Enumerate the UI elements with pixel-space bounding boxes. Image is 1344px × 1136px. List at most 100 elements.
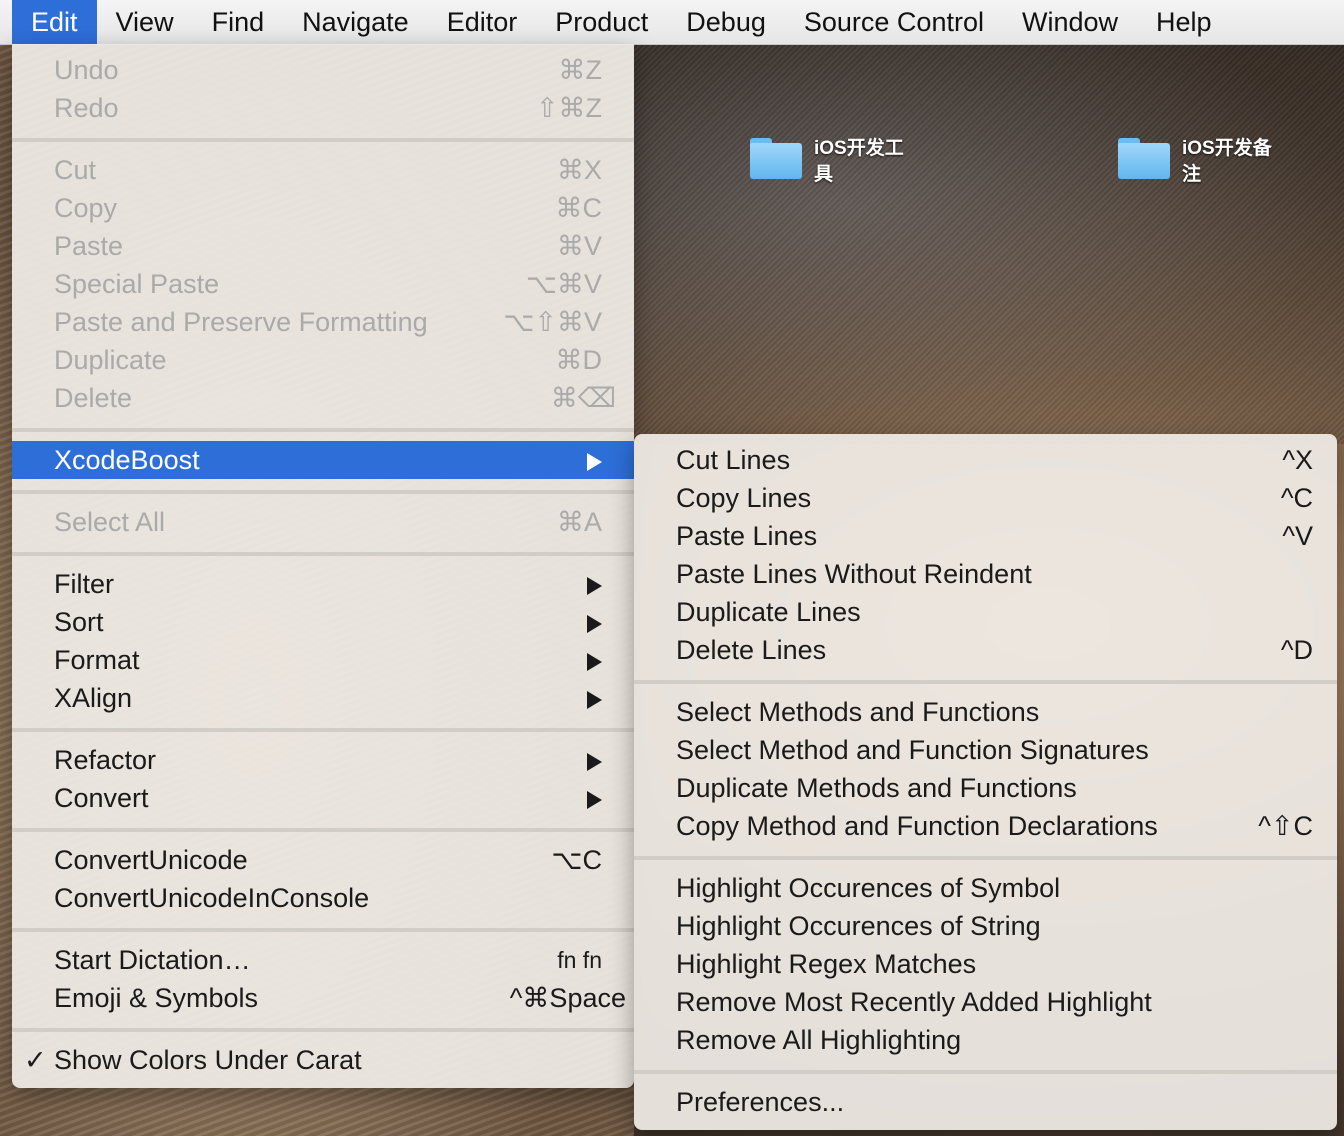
shortcut: ⌘⌫ bbox=[550, 383, 616, 413]
menu-item-label: Convert bbox=[54, 783, 149, 813]
menu-item-label: Emoji & Symbols bbox=[54, 983, 259, 1013]
menu-item-format[interactable]: Format bbox=[12, 641, 634, 679]
submenu-item-delete-lines[interactable]: Delete Lines ^D bbox=[634, 631, 1337, 669]
submenu-arrow-icon bbox=[587, 653, 602, 671]
menu-item-refactor[interactable]: Refactor bbox=[12, 741, 634, 779]
menubar-product[interactable]: Product bbox=[536, 0, 667, 44]
menu-item-label: Paste Lines Without Reindent bbox=[676, 559, 1032, 589]
submenu-item-cut-lines[interactable]: Cut Lines ^X bbox=[634, 441, 1337, 479]
menu-item-cut[interactable]: Cut ⌘X bbox=[12, 151, 634, 189]
menubar-debug[interactable]: Debug bbox=[667, 0, 785, 44]
desktop-folder-ios-notes[interactable]: iOS开发备注 bbox=[1118, 136, 1282, 188]
menu-item-label: Highlight Regex Matches bbox=[676, 949, 977, 979]
menu-item-label: Select Methods and Functions bbox=[676, 697, 1040, 727]
shortcut: ^D bbox=[1280, 635, 1313, 665]
folder-label: iOS开发备注 bbox=[1182, 138, 1272, 185]
menu-item-filter[interactable]: Filter bbox=[12, 565, 634, 603]
submenu-item-copy-declarations[interactable]: Copy Method and Function Declarations ^⇧… bbox=[634, 807, 1337, 845]
shortcut: fn fn bbox=[557, 947, 602, 973]
menu-item-start-dictation[interactable]: Start Dictation… fn fn bbox=[12, 941, 634, 979]
menu-item-label: Remove Most Recently Added Highlight bbox=[676, 987, 1152, 1017]
submenu-item-remove-recent-highlight[interactable]: Remove Most Recently Added Highlight bbox=[634, 983, 1337, 1021]
folder-icon bbox=[1118, 138, 1170, 179]
menu-item-label: ConvertUnicodeInConsole bbox=[54, 883, 370, 913]
menu-item-label: Show Colors Under Carat bbox=[54, 1045, 362, 1075]
menu-item-label: Duplicate bbox=[54, 345, 167, 375]
menu-separator bbox=[12, 828, 634, 832]
submenu-item-highlight-symbol[interactable]: Highlight Occurences of Symbol bbox=[634, 869, 1337, 907]
submenu-item-select-methods[interactable]: Select Methods and Functions bbox=[634, 693, 1337, 731]
menu-item-label: Select Method and Function Signatures bbox=[676, 735, 1149, 765]
submenu-item-duplicate-methods[interactable]: Duplicate Methods and Functions bbox=[634, 769, 1337, 807]
menu-item-label: Remove All Highlighting bbox=[676, 1025, 962, 1055]
menu-item-convert[interactable]: Convert bbox=[12, 779, 634, 817]
menu-item-label: Paste Lines bbox=[676, 521, 818, 551]
menu-item-label: Duplicate Methods and Functions bbox=[676, 773, 1077, 803]
menubar-window[interactable]: Window bbox=[1003, 0, 1137, 44]
menu-item-paste[interactable]: Paste ⌘V bbox=[12, 227, 634, 265]
submenu-item-duplicate-lines[interactable]: Duplicate Lines bbox=[634, 593, 1337, 631]
menu-item-label: Highlight Occurences of String bbox=[676, 911, 1041, 941]
menu-item-show-colors-under-carat[interactable]: ✓ Show Colors Under Carat bbox=[12, 1041, 634, 1079]
menu-item-special-paste[interactable]: Special Paste ⌥⌘V bbox=[12, 265, 634, 303]
menu-item-label: Select All bbox=[54, 507, 166, 537]
menubar-editor[interactable]: Editor bbox=[428, 0, 537, 44]
menu-item-label: Start Dictation… bbox=[54, 945, 251, 975]
menu-separator bbox=[12, 728, 634, 732]
folder-label: iOS开发工具 bbox=[814, 138, 904, 185]
submenu-arrow-icon bbox=[587, 453, 602, 471]
menubar-source-control[interactable]: Source Control bbox=[785, 0, 1003, 44]
menu-separator bbox=[12, 490, 634, 494]
submenu-item-select-signatures[interactable]: Select Method and Function Signatures bbox=[634, 731, 1337, 769]
menu-item-redo[interactable]: Redo ⇧⌘Z bbox=[12, 89, 634, 127]
menu-separator bbox=[12, 1028, 634, 1032]
menu-item-paste-preserve-formatting[interactable]: Paste and Preserve Formatting ⌥⇧⌘V bbox=[12, 303, 634, 341]
menu-item-convert-unicode-in-console[interactable]: ConvertUnicodeInConsole bbox=[12, 879, 634, 917]
submenu-item-paste-lines[interactable]: Paste Lines ^V bbox=[634, 517, 1337, 555]
folder-icon bbox=[750, 138, 802, 179]
menu-item-select-all[interactable]: Select All ⌘A bbox=[12, 503, 634, 541]
menubar-help[interactable]: Help bbox=[1137, 0, 1231, 44]
menu-item-xalign[interactable]: XAlign bbox=[12, 679, 634, 717]
menu-item-xcodeboost[interactable]: XcodeBoost bbox=[12, 441, 634, 479]
shortcut: ⌘X bbox=[556, 155, 602, 185]
menu-item-label: XcodeBoost bbox=[54, 445, 200, 475]
menu-item-emoji-symbols[interactable]: Emoji & Symbols ^⌘Space bbox=[12, 979, 634, 1017]
menu-item-label: ConvertUnicode bbox=[54, 845, 248, 875]
menubar-find[interactable]: Find bbox=[193, 0, 284, 44]
menu-item-label: Delete Lines bbox=[676, 635, 827, 665]
submenu-item-highlight-string[interactable]: Highlight Occurences of String bbox=[634, 907, 1337, 945]
menu-item-duplicate[interactable]: Duplicate ⌘D bbox=[12, 341, 634, 379]
submenu-item-highlight-regex[interactable]: Highlight Regex Matches bbox=[634, 945, 1337, 983]
submenu-arrow-icon bbox=[587, 753, 602, 771]
menu-separator bbox=[634, 680, 1337, 684]
menu-item-convert-unicode[interactable]: ConvertUnicode ⌥C bbox=[12, 841, 634, 879]
menu-item-label: Delete bbox=[54, 383, 133, 413]
menu-item-label: Filter bbox=[54, 569, 114, 599]
submenu-item-copy-lines[interactable]: Copy Lines ^C bbox=[634, 479, 1337, 517]
menu-item-label: Sort bbox=[54, 607, 104, 637]
menu-separator bbox=[12, 428, 634, 432]
menubar-navigate[interactable]: Navigate bbox=[283, 0, 428, 44]
menu-item-delete[interactable]: Delete ⌘⌫ bbox=[12, 379, 634, 417]
submenu-item-paste-lines-without-reindent[interactable]: Paste Lines Without Reindent bbox=[634, 555, 1337, 593]
submenu-item-preferences[interactable]: Preferences... bbox=[634, 1083, 1337, 1121]
menubar-edit[interactable]: Edit bbox=[12, 0, 97, 44]
menu-separator bbox=[12, 928, 634, 932]
menu-item-label: XAlign bbox=[54, 683, 133, 713]
submenu-arrow-icon bbox=[587, 791, 602, 809]
menu-separator bbox=[12, 138, 634, 142]
menu-item-undo[interactable]: Undo ⌘Z bbox=[12, 51, 634, 89]
shortcut: ⌘D bbox=[555, 345, 603, 375]
menu-item-sort[interactable]: Sort bbox=[12, 603, 634, 641]
menu-item-label: Preferences... bbox=[676, 1087, 845, 1117]
submenu-item-remove-all-highlighting[interactable]: Remove All Highlighting bbox=[634, 1021, 1337, 1059]
menu-item-copy[interactable]: Copy ⌘C bbox=[12, 189, 634, 227]
menu-item-label: Copy Method and Function Declarations bbox=[676, 811, 1158, 841]
shortcut: ^V bbox=[1282, 521, 1313, 551]
menu-separator bbox=[634, 856, 1337, 860]
desktop-folder-ios-tools[interactable]: iOS开发工具 bbox=[750, 136, 914, 188]
menu-item-label: Undo bbox=[54, 55, 119, 85]
menubar-view[interactable]: View bbox=[97, 0, 193, 44]
menu-separator bbox=[12, 552, 634, 556]
